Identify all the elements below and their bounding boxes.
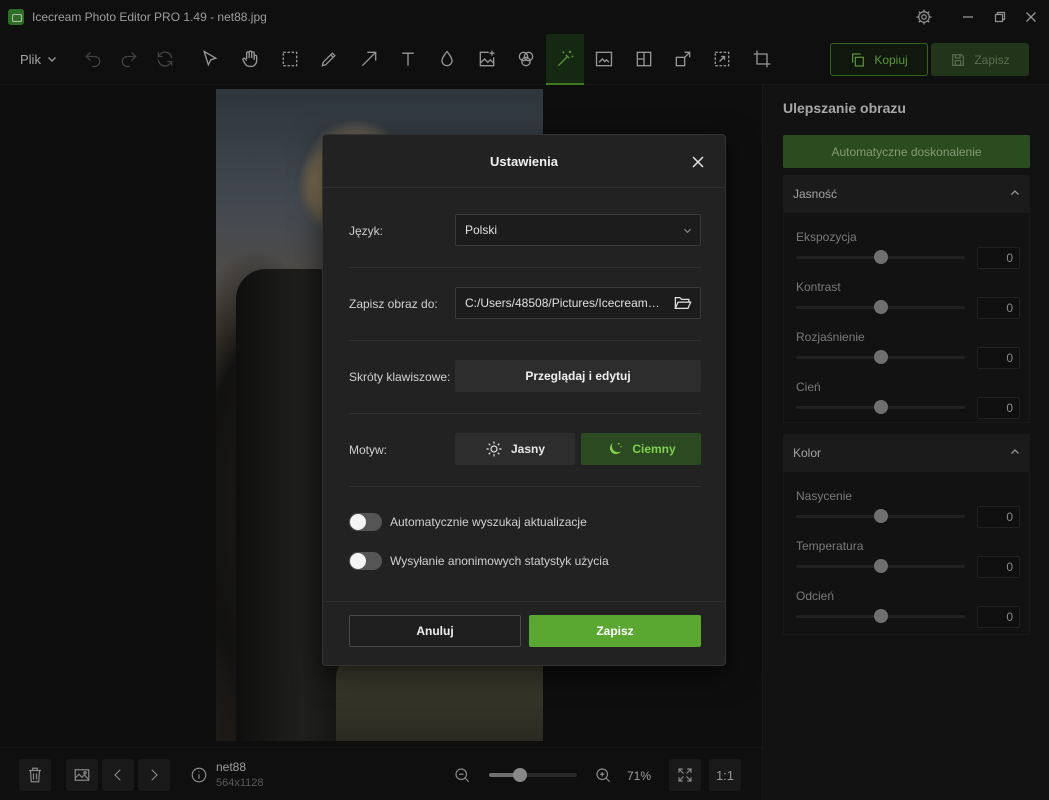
divider <box>349 267 701 268</box>
language-select[interactable]: Polski <box>455 214 701 246</box>
save-path-field[interactable]: C:/Users/48508/Pictures/Icecream Photo E… <box>455 287 701 319</box>
dialog-header: Ustawienia <box>323 135 725 188</box>
usage-stats-toggle[interactable] <box>349 552 382 570</box>
sun-icon <box>486 441 502 457</box>
shortcuts-label: Skróty klawiszowe: <box>349 370 451 384</box>
divider <box>323 601 725 602</box>
language-value: Polski <box>465 223 498 237</box>
language-label: Język: <box>349 224 384 238</box>
usage-stats-row[interactable]: Wysyłanie anonimowych statystyk użycia <box>349 551 609 571</box>
theme-light-button[interactable]: Jasny <box>455 433 575 465</box>
divider <box>349 340 701 341</box>
divider <box>349 486 701 487</box>
theme-label: Motyw: <box>349 443 388 457</box>
usage-stats-label: Wysyłanie anonimowych statystyk użycia <box>390 554 609 568</box>
theme-dark-label: Ciemny <box>632 442 676 456</box>
save-path-value: C:/Users/48508/Pictures/Icecream Photo E… <box>465 296 663 310</box>
auto-update-row[interactable]: Automatycznie wyszukaj aktualizacje <box>349 512 587 532</box>
moon-icon <box>610 442 622 455</box>
chevron-down-icon <box>683 228 692 234</box>
cancel-button[interactable]: Anuluj <box>349 615 521 647</box>
close-icon[interactable] <box>691 155 705 169</box>
edit-shortcuts-button[interactable]: Przeglądaj i edytuj <box>455 360 701 392</box>
folder-open-icon[interactable] <box>674 295 692 311</box>
theme-light-label: Jasny <box>510 442 546 456</box>
save-settings-button[interactable]: Zapisz <box>529 615 701 647</box>
theme-dark-button[interactable]: Ciemny <box>581 433 701 465</box>
save-path-label: Zapisz obraz do: <box>349 297 438 311</box>
dialog-title: Ustawienia <box>490 154 558 169</box>
divider <box>349 413 701 414</box>
auto-update-toggle[interactable] <box>349 513 382 531</box>
settings-dialog: Ustawienia Język: Polski Zapisz obraz do… <box>322 134 726 666</box>
auto-update-label: Automatycznie wyszukaj aktualizacje <box>390 515 587 529</box>
